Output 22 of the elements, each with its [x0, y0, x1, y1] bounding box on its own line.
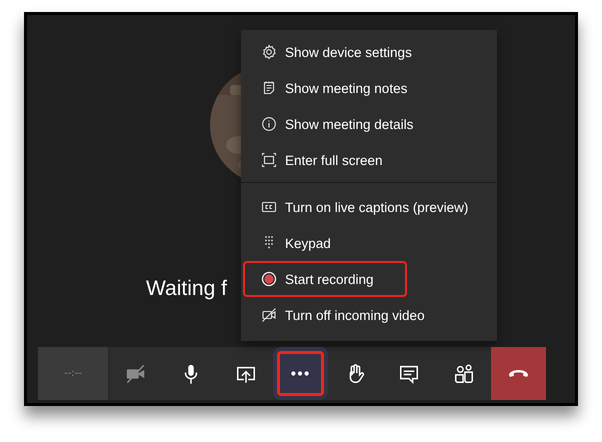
- hang-up-button[interactable]: [491, 347, 546, 400]
- menu-item[interactable]: Turn off incoming video: [243, 297, 441, 333]
- more-icon: [291, 371, 310, 376]
- record-icon: [261, 271, 277, 287]
- menu-item[interactable]: Show meeting details: [243, 106, 430, 142]
- video-off-icon: [261, 307, 277, 323]
- menu-item[interactable]: Turn on live captions (preview): [243, 189, 484, 225]
- gear-icon: [261, 44, 277, 60]
- waiting-message: Waiting f: [146, 277, 227, 301]
- fullscreen-icon: [261, 152, 277, 168]
- menu-item[interactable]: Keypad: [243, 225, 393, 261]
- info-icon: [261, 116, 277, 132]
- camera-off-icon: [125, 362, 148, 384]
- call-timer: --:--: [38, 347, 109, 400]
- menu-item[interactable]: Enter full screen: [243, 142, 399, 178]
- captions-icon: [261, 199, 277, 215]
- phone-icon: [509, 370, 528, 377]
- people-icon: [453, 362, 476, 384]
- notepad-icon: [261, 80, 277, 96]
- menu-item[interactable]: Start recording: [243, 261, 407, 297]
- menu-item[interactable]: Show meeting notes: [243, 70, 424, 106]
- menu-item[interactable]: Show device settings: [243, 34, 428, 70]
